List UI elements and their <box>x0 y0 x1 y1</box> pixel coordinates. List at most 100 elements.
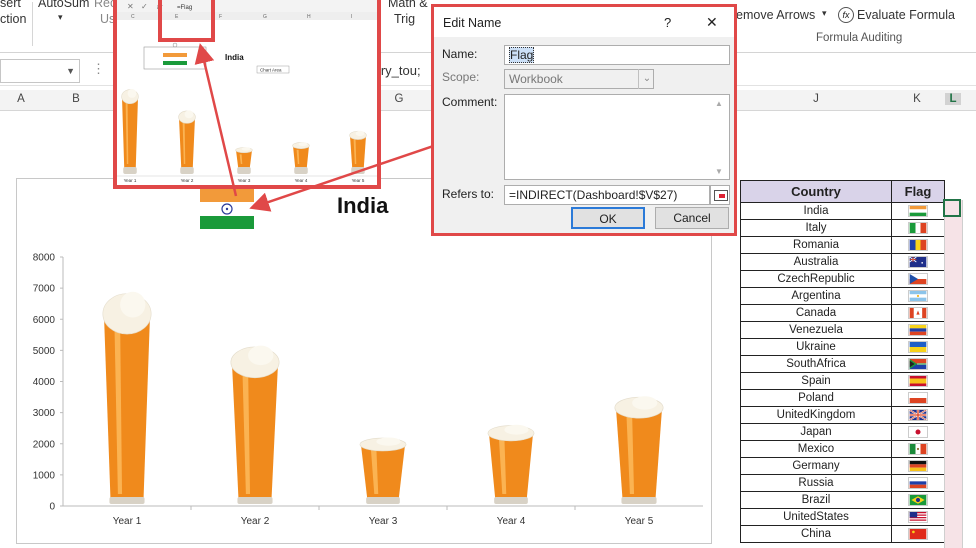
country-cell[interactable]: Argentina <box>740 287 892 305</box>
refers-to-field[interactable]: =INDIRECT(Dashboard!$V$27) <box>504 185 710 205</box>
insert-function-button[interactable]: sert <box>0 0 21 10</box>
x-tick-label: Year 2 <box>241 516 270 527</box>
india-flag-image[interactable] <box>200 189 254 229</box>
column-header[interactable]: K <box>907 93 927 105</box>
flag-cell[interactable] <box>891 440 945 458</box>
cancel-button[interactable]: Cancel <box>655 207 729 229</box>
flag-cell[interactable] <box>891 406 945 424</box>
country-cell[interactable]: Japan <box>740 423 892 441</box>
flag-cell[interactable] <box>891 236 945 254</box>
flag-cell[interactable] <box>891 338 945 356</box>
beer-bar-5[interactable] <box>614 396 664 504</box>
beer-bar-1[interactable] <box>102 291 152 504</box>
country-cell[interactable]: Germany <box>740 457 892 475</box>
inset-beer-bar-2[interactable] <box>178 110 196 174</box>
flag-cell[interactable] <box>891 321 945 339</box>
column-header[interactable]: G <box>389 93 409 105</box>
chevron-down-icon[interactable]: ⌄ <box>638 69 655 89</box>
flag-cell[interactable] <box>891 389 945 407</box>
country-header[interactable]: Country <box>740 180 892 203</box>
flag-cell[interactable] <box>891 202 945 220</box>
flag-cell[interactable] <box>891 219 945 237</box>
country-cell[interactable]: Romania <box>740 236 892 254</box>
flag-cell[interactable] <box>891 372 945 390</box>
x-tick-label: Year 4 <box>497 516 526 527</box>
flag-cell[interactable] <box>891 525 945 543</box>
country-cell[interactable]: China <box>740 525 892 543</box>
country-cell[interactable]: Ukraine <box>740 338 892 356</box>
chart-title[interactable]: India <box>337 193 388 219</box>
country-cell[interactable]: India <box>740 202 892 220</box>
canada-flag-icon <box>908 306 928 319</box>
country-cell[interactable]: Venezuela <box>740 321 892 339</box>
x-tick-label: Year 1 <box>113 516 142 527</box>
autosum-button[interactable]: AutoSum <box>38 0 89 10</box>
column-header[interactable]: B <box>66 93 86 105</box>
flag-cell[interactable] <box>891 508 945 526</box>
flag-cell[interactable] <box>891 270 945 288</box>
collapse-dialog-icon[interactable] <box>710 185 730 205</box>
close-icon[interactable]: ✕ <box>706 14 718 31</box>
beer-bar-2[interactable] <box>230 345 280 504</box>
dialog-title: Edit Name <box>443 16 502 30</box>
flag-cell[interactable] <box>891 253 945 271</box>
country-cell[interactable]: Canada <box>740 304 892 322</box>
scroll-up-icon[interactable]: ▲ <box>715 99 723 108</box>
country-cell[interactable]: Brazil <box>740 491 892 509</box>
table-row: China <box>740 525 945 543</box>
flag-cell[interactable] <box>891 287 945 305</box>
table-row: Italy <box>740 219 945 237</box>
name-label: Name: <box>442 47 478 61</box>
column-header[interactable]: J <box>806 93 826 105</box>
flag-cell[interactable] <box>891 355 945 373</box>
flag-cell[interactable] <box>891 423 945 441</box>
flag-cell[interactable] <box>891 304 945 322</box>
name-box[interactable]: ▼ <box>0 59 80 83</box>
remove-arrows-button[interactable]: emove Arrows <box>736 8 815 22</box>
autosum-dropdown-icon[interactable]: ▾ <box>58 12 63 23</box>
ok-button[interactable]: OK <box>571 207 645 229</box>
inset-column-header: F <box>219 14 222 20</box>
y-tick-label: 2000 <box>33 439 56 450</box>
country-cell[interactable]: CzechRepublic <box>740 270 892 288</box>
inset-beer-bar-5[interactable] <box>349 130 367 174</box>
spain-flag-icon <box>908 374 928 387</box>
comment-textarea[interactable] <box>504 94 730 180</box>
inset-beer-bar-3[interactable] <box>235 147 253 174</box>
flag-cell[interactable] <box>891 491 945 509</box>
flag-cell[interactable] <box>891 474 945 492</box>
comment-label: Comment: <box>442 95 498 109</box>
inset-column-header: H <box>307 14 311 20</box>
table-row: CzechRepublic <box>740 270 945 288</box>
column-header-selected[interactable]: L <box>945 93 961 105</box>
selected-cell[interactable] <box>943 199 961 217</box>
country-cell[interactable]: Spain <box>740 372 892 390</box>
flag-header[interactable]: Flag <box>891 180 945 203</box>
country-cell[interactable]: Mexico <box>740 440 892 458</box>
country-cell[interactable]: Italy <box>740 219 892 237</box>
name-field[interactable]: Flag <box>504 45 730 65</box>
country-cell[interactable]: Poland <box>740 389 892 407</box>
country-cell[interactable]: SouthAfrica <box>740 355 892 373</box>
math-trig-button[interactable]: Math & <box>388 0 428 10</box>
beer-bar-4[interactable] <box>487 424 535 504</box>
romania-flag-icon <box>908 238 928 251</box>
country-cell[interactable]: Russia <box>740 474 892 492</box>
country-cell[interactable]: UnitedKingdom <box>740 406 892 424</box>
scroll-down-icon[interactable]: ▼ <box>715 167 723 176</box>
help-icon[interactable]: ? <box>664 15 671 30</box>
beer-bar-3[interactable] <box>359 437 407 504</box>
country-cell[interactable]: Australia <box>740 253 892 271</box>
inset-cancel-icon: ✕ <box>127 2 134 11</box>
inset-beer-bar-1[interactable] <box>121 88 139 174</box>
table-row: UnitedStates <box>740 508 945 526</box>
country-cell[interactable]: UnitedStates <box>740 508 892 526</box>
flag-cell[interactable] <box>891 457 945 475</box>
column-header[interactable]: A <box>11 93 31 105</box>
evaluate-formula-button[interactable]: Evaluate Formula <box>857 8 955 22</box>
chevron-down-icon[interactable]: ▼ <box>66 66 75 76</box>
india-flag-icon <box>908 204 928 217</box>
inset-beer-bar-4[interactable] <box>292 142 310 174</box>
scope-select[interactable]: Workbook <box>504 69 654 89</box>
remove-arrows-dropdown-icon[interactable]: ▾ <box>822 8 827 19</box>
